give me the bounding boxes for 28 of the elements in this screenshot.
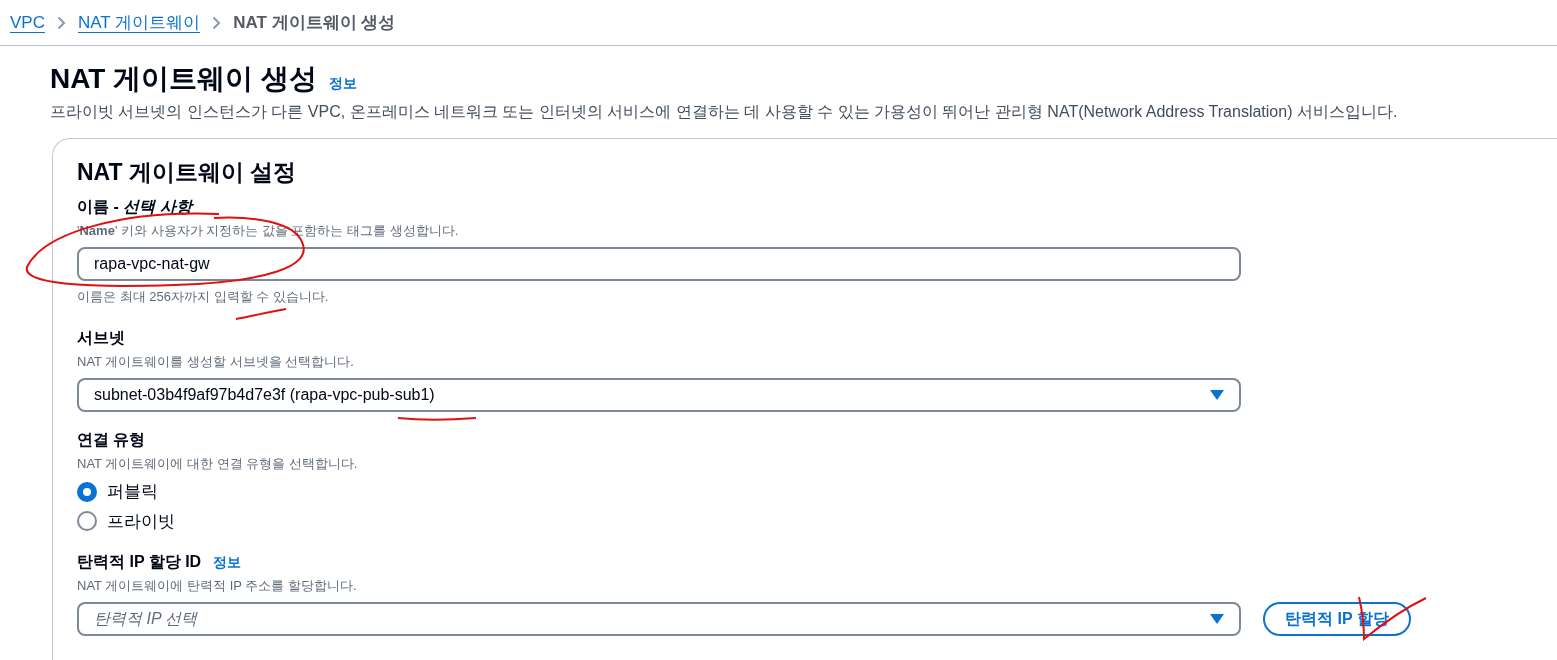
field-hint: NAT 게이트웨이에 대한 연결 유형을 선택합니다. <box>77 454 359 473</box>
eip-select[interactable]: 탄력적 IP 선택 <box>77 601 1241 636</box>
info-link[interactable]: 정보 <box>329 73 358 94</box>
page-description: 프라이빗 서브넷의 인스턴스가 다른 VPC, 온프레미스 네트워크 또는 인터넷의 서비스에 연결하는 데 사용할 수 있는 가용성이 뛰어난 관리형 NAT(Network Address Translation) 서비스입니다. <box>50 102 1399 122</box>
caret-icon <box>1210 613 1224 624</box>
chevron-right-icon <box>56 15 66 30</box>
field-label: 탄력적 IP 할당 ID <box>77 552 202 572</box>
field-hint: NAT 게이트웨이를 생성할 서브넷을 선택합니다. <box>77 353 355 371</box>
caret-icon <box>1210 389 1224 400</box>
chevron-right-icon <box>212 15 222 30</box>
field-label: 서브넷 <box>77 328 126 348</box>
breadcrumb-current: NAT 게이트웨이 생성 <box>233 11 396 34</box>
check-mark-annotation <box>1356 595 1428 641</box>
field-constraint: 이름은 최대 256자까지 입력할 수 있습니다. <box>77 287 330 306</box>
page-title: NAT 게이트웨이 생성 <box>50 62 318 96</box>
radio-label: 퍼블릭 <box>107 481 158 503</box>
radio-button[interactable] <box>77 481 97 502</box>
radio-label: 프라이빗 <box>107 510 175 533</box>
field-hint: NAT 게이트웨이에 탄력적 IP 주소를 할당합니다. <box>77 577 358 595</box>
field-label: 연결 유형 <box>77 429 147 450</box>
info-link[interactable]: 정보 <box>213 552 242 573</box>
radio-button[interactable] <box>77 511 97 532</box>
panel-title: NAT 게이트웨이 설정 <box>77 158 298 187</box>
field-hint: 'Name' 키와 사용자가 지정하는 값을 포함하는 태그를 생성합니다. <box>77 222 460 240</box>
breadcrumb-link[interactable]: NAT 게이트웨이 <box>77 9 201 36</box>
breadcrumb-link[interactable]: VPC <box>10 9 45 36</box>
subnet-select[interactable]: subnet-03b4f9af97b4d7e3f (rapa-vpc-pub-sub1) <box>77 377 1241 412</box>
name-input[interactable]: rapa-vpc-nat-gw <box>77 246 1241 281</box>
